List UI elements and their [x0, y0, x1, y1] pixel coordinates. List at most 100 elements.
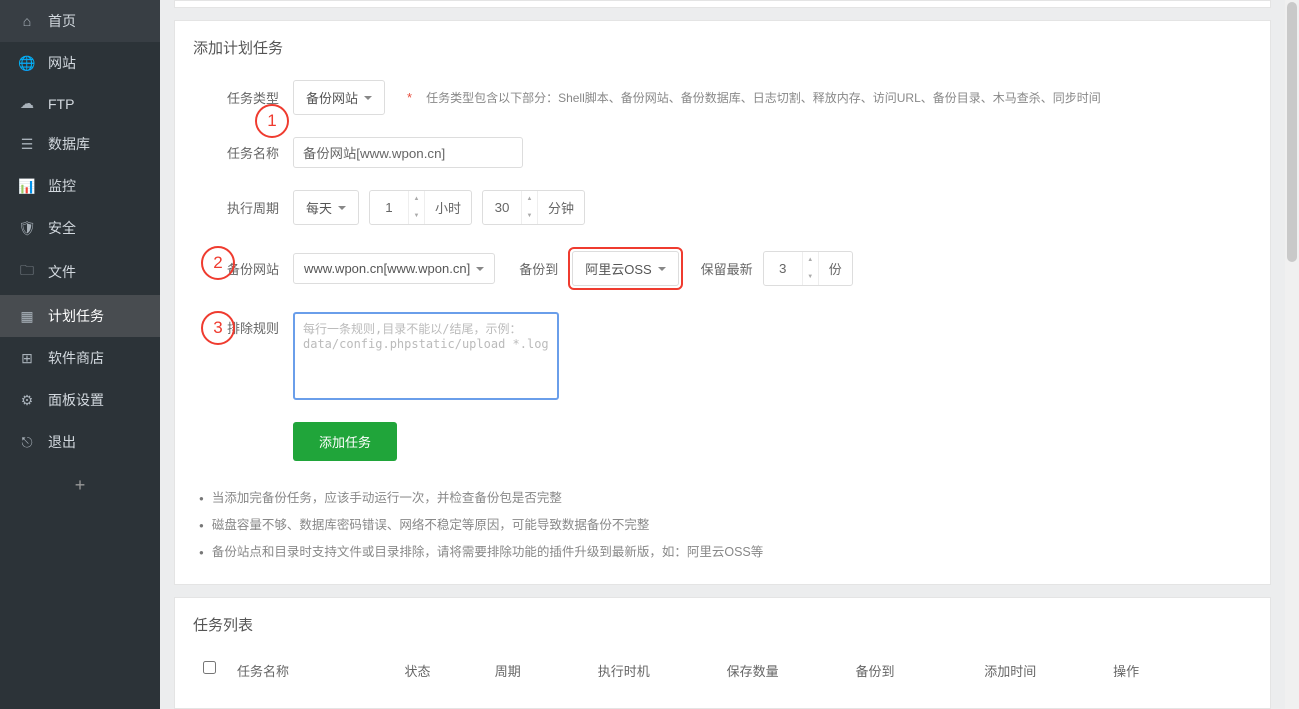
select-all-checkbox[interactable] [203, 661, 216, 674]
folder-icon: 🗀 [18, 260, 36, 284]
col-backup-to: 备份到 [855, 661, 984, 680]
minute-spinner[interactable]: ▲▼ [521, 191, 537, 224]
database-icon: ☰ [18, 136, 36, 153]
sidebar-item-cron[interactable]: ▦ 计划任务 [0, 295, 160, 337]
sidebar-item-site[interactable]: 🌐 网站 [0, 42, 160, 84]
col-action: 操作 [1113, 661, 1242, 680]
plus-icon: + [75, 475, 86, 495]
sidebar-item-logout[interactable]: ⎋ 退出 [0, 421, 160, 463]
add-task-button[interactable]: 添加任务 [293, 422, 397, 461]
row-submit: 添加任务 [193, 422, 1252, 461]
panel-title: 添加计划任务 [193, 37, 1252, 58]
task-type-value: 备份网站 [306, 88, 358, 107]
hour-spinner[interactable]: ▲▼ [408, 191, 424, 224]
label-cycle: 执行周期 [193, 198, 293, 217]
chevron-down-icon [338, 206, 346, 210]
annotation-2: 2 [201, 246, 235, 280]
sidebar-item-database[interactable]: ☰ 数据库 [0, 123, 160, 165]
cycle-select[interactable]: 每天 [293, 190, 359, 225]
sidebar-item-settings[interactable]: ⚙ 面板设置 [0, 379, 160, 421]
main-content: 添加计划任务 1 任务类型 备份网站 * 任务类型包含以下部分：Shell脚本、… [160, 0, 1285, 709]
scrollbar-track[interactable] [1285, 0, 1299, 709]
backup-dest-select[interactable]: 阿里云OSS [572, 251, 678, 286]
label-keep-latest: 保留最新 [701, 259, 753, 278]
note-item: 当添加完备份任务，应该手动运行一次，并检查备份包是否完整 [199, 483, 1252, 510]
task-type-hint: 任务类型包含以下部分：Shell脚本、备份网站、备份数据库、日志切割、释放内存、… [426, 89, 1101, 106]
keep-spinner[interactable]: ▲▼ [802, 252, 818, 285]
sidebar-label: FTP [48, 96, 74, 112]
sidebar-item-monitor[interactable]: 📊 监控 [0, 165, 160, 207]
calendar-icon: ▦ [18, 308, 36, 325]
col-name: 任务名称 [237, 661, 405, 680]
keep-unit: 份 [818, 252, 852, 285]
task-list-panel: 任务列表 任务名称 状态 周期 执行时机 保存数量 备份到 添加时间 操作 [174, 597, 1271, 709]
annotation-3: 3 [201, 311, 235, 345]
minute-unit: 分钟 [537, 191, 584, 224]
col-cycle: 周期 [495, 661, 598, 680]
hour-input[interactable] [370, 191, 408, 224]
site-select[interactable]: www.wpon.cn[www.wpon.cn] [293, 253, 495, 284]
dest-value: 阿里云OSS [585, 259, 651, 278]
sidebar-label: 监控 [48, 176, 76, 196]
minute-group: ▲▼ 分钟 [482, 190, 585, 225]
grid-icon: ⊞ [18, 350, 36, 367]
keep-group: ▲▼ 份 [763, 251, 853, 286]
header-checkbox-col [203, 661, 237, 680]
sidebar-label: 面板设置 [48, 390, 104, 410]
monitor-icon: 📊 [18, 178, 36, 195]
row-cycle: 执行周期 每天 ▲▼ 小时 ▲▼ 分钟 [193, 190, 1252, 225]
col-trigger: 执行时机 [598, 661, 727, 680]
gear-icon: ⚙ [18, 392, 36, 409]
col-savecount: 保存数量 [727, 661, 856, 680]
sidebar-label: 计划任务 [48, 306, 104, 326]
sidebar-item-home[interactable]: ⌂ 首页 [0, 0, 160, 42]
ftp-icon: ☁ [18, 95, 36, 112]
notes-list: 当添加完备份任务，应该手动运行一次，并检查备份包是否完整 磁盘容量不够、数据库密… [193, 483, 1252, 564]
shield-icon: 🛡 [18, 220, 36, 237]
note-item: 磁盘容量不够、数据库密码错误、网络不稳定等原因，可能导致数据备份不完整 [199, 510, 1252, 537]
prev-panel-edge [174, 0, 1271, 8]
home-icon: ⌂ [18, 13, 36, 29]
sidebar-item-security[interactable]: 🛡 安全 [0, 207, 160, 249]
cycle-value: 每天 [306, 198, 332, 217]
row-backup-site: 2 备份网站 www.wpon.cn[www.wpon.cn] 备份到 阿里云O… [193, 247, 1252, 290]
row-task-type: 1 任务类型 备份网站 * 任务类型包含以下部分：Shell脚本、备份网站、备份… [193, 80, 1252, 115]
sidebar-item-store[interactable]: ⊞ 软件商店 [0, 337, 160, 379]
task-name-input[interactable] [293, 137, 523, 168]
scrollbar-thumb[interactable] [1287, 2, 1297, 262]
required-star: * [407, 90, 412, 105]
sidebar-item-files[interactable]: 🗀 文件 [0, 249, 160, 295]
chevron-down-icon [658, 267, 666, 271]
sidebar-label: 首页 [48, 11, 76, 31]
sidebar-add-button[interactable]: + [0, 463, 160, 508]
note-item: 备份站点和目录时支持文件或目录排除，请将需要排除功能的插件升级到最新版，如：阿里… [199, 537, 1252, 564]
sidebar-label: 退出 [48, 432, 76, 452]
sidebar-label: 数据库 [48, 134, 90, 154]
label-backup-to: 备份到 [519, 259, 558, 278]
chevron-down-icon [476, 267, 484, 271]
sidebar-label: 网站 [48, 53, 76, 73]
sidebar-item-ftp[interactable]: ☁ FTP [0, 84, 160, 123]
row-task-name: 任务名称 [193, 137, 1252, 168]
col-createtime: 添加时间 [984, 661, 1113, 680]
exclude-textarea[interactable] [293, 312, 559, 400]
exit-icon: ⎋ [18, 434, 36, 451]
hour-unit: 小时 [424, 191, 471, 224]
task-type-select[interactable]: 备份网站 [293, 80, 385, 115]
site-value: www.wpon.cn[www.wpon.cn] [304, 261, 470, 276]
sidebar-label: 文件 [48, 262, 76, 282]
add-task-panel: 添加计划任务 1 任务类型 备份网站 * 任务类型包含以下部分：Shell脚本、… [174, 20, 1271, 585]
keep-input[interactable] [764, 252, 802, 285]
task-list-title: 任务列表 [193, 614, 1252, 635]
chevron-down-icon [364, 96, 372, 100]
sidebar-label: 安全 [48, 218, 76, 238]
row-exclude: 3 排除规则 [193, 312, 1252, 400]
hour-group: ▲▼ 小时 [369, 190, 472, 225]
label-task-name: 任务名称 [193, 143, 293, 162]
sidebar-label: 软件商店 [48, 348, 104, 368]
col-status: 状态 [405, 661, 495, 680]
sidebar: ⌂ 首页 🌐 网站 ☁ FTP ☰ 数据库 📊 监控 🛡 安全 🗀 文件 ▦ [0, 0, 160, 709]
task-table-header: 任务名称 状态 周期 执行时机 保存数量 备份到 添加时间 操作 [193, 653, 1252, 688]
globe-icon: 🌐 [18, 55, 36, 72]
minute-input[interactable] [483, 191, 521, 224]
